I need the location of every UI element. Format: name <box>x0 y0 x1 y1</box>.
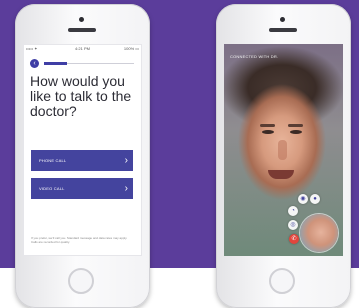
phone-right: CONNECTED WITH DR. ◉ ● ◔ ◎ ✆ <box>216 4 351 308</box>
back-arrow-icon[interactable]: ‹ <box>30 59 39 68</box>
doctor-video-feed <box>290 130 302 134</box>
self-view-thumbnail[interactable] <box>300 214 338 252</box>
battery-indicator: 100% ▭ <box>123 46 140 51</box>
chevron-right-icon: › <box>124 154 128 166</box>
progress-row: ‹ <box>30 57 136 69</box>
front-camera <box>280 17 285 22</box>
disclaimer-text: If you prefer, we'll call you. Standard … <box>31 236 128 244</box>
video-call-label: VIDEO CALL <box>39 186 65 191</box>
mute-icon[interactable]: ◔ <box>288 206 298 216</box>
home-button[interactable] <box>269 268 295 294</box>
chevron-right-icon: › <box>124 182 128 194</box>
question-heading: How would you like to talk to the doctor… <box>30 73 132 119</box>
progress-bar <box>44 62 134 65</box>
speaker-icon[interactable]: ◎ <box>288 220 298 230</box>
video-call-button[interactable]: VIDEO CALL › <box>31 178 133 199</box>
progress-bar-fill <box>44 62 67 65</box>
status-time: 4:21 PM <box>75 46 90 51</box>
earpiece-speaker <box>68 28 96 32</box>
front-camera <box>79 17 84 22</box>
end-call-icon[interactable]: ✆ <box>289 234 299 244</box>
earpiece-speaker <box>269 28 297 32</box>
doctor-video-feed <box>262 130 274 134</box>
consult-type-screen: ••••• ✦ 4:21 PM 100% ▭ ‹ How would you l… <box>23 44 142 256</box>
phone-left: ••••• ✦ 4:21 PM 100% ▭ ‹ How would you l… <box>15 4 150 308</box>
video-call-screen: CONNECTED WITH DR. ◉ ● ◔ ◎ ✆ <box>224 44 343 256</box>
doctor-video-feed <box>268 170 294 179</box>
camera-switch-icon[interactable]: ◉ <box>298 194 308 204</box>
caller-label: CONNECTED WITH DR. <box>230 54 279 59</box>
status-bar: ••••• ✦ 4:21 PM 100% ▭ <box>23 44 142 53</box>
doctor-video-feed <box>278 140 287 160</box>
phone-call-label: PHONE CALL <box>39 158 67 163</box>
doctor-video-feed <box>260 124 275 127</box>
carrier-signal: ••••• ✦ <box>26 46 38 51</box>
phone-call-button[interactable]: PHONE CALL › <box>31 150 133 171</box>
doctor-video-feed <box>288 124 303 127</box>
chat-icon[interactable]: ● <box>310 194 320 204</box>
home-button[interactable] <box>68 268 94 294</box>
